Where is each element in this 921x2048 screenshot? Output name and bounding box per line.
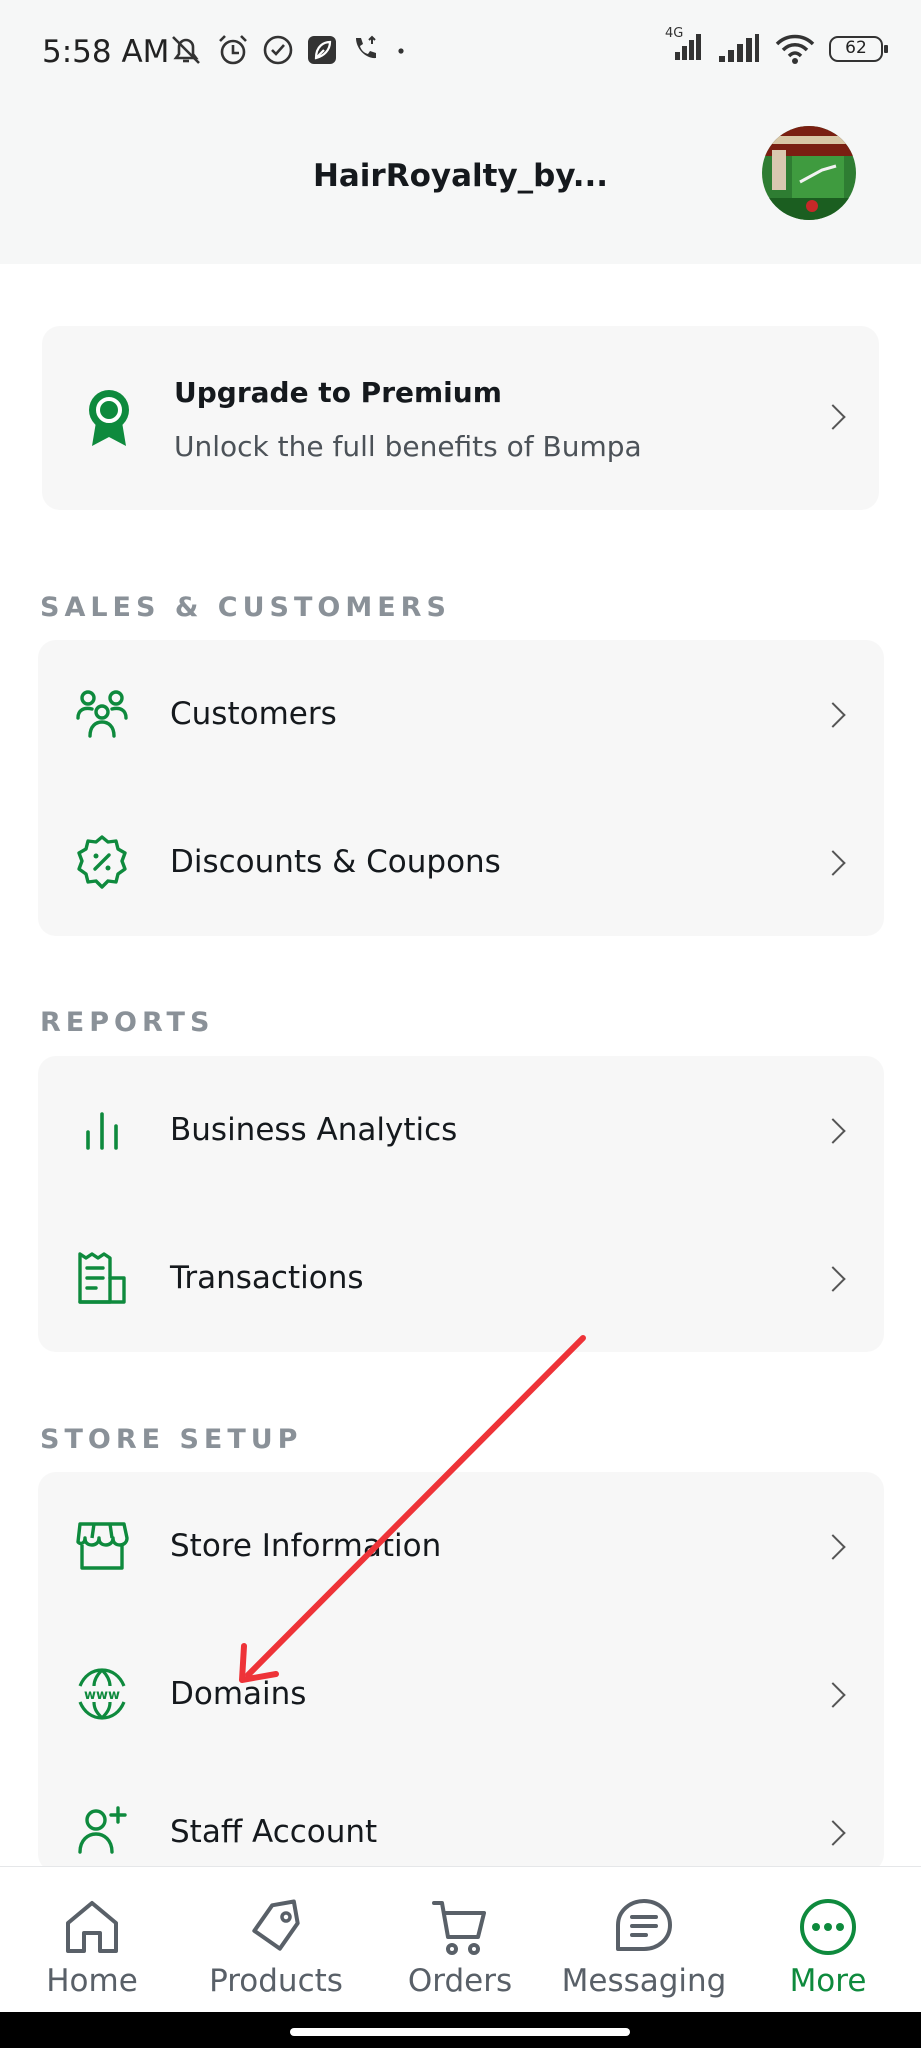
chevron-right-icon [820,1682,846,1708]
customers-icon [76,690,128,738]
battery-icon: 62 [829,36,888,62]
status-time: 5:58 AM [42,34,170,70]
add-user-icon [78,1806,127,1854]
header: HairRoyalty_by... [0,100,921,264]
home-icon [66,1901,118,1953]
call-icon [356,35,376,59]
chevron-right-icon [820,1118,846,1144]
nav-label: Messaging [561,1963,727,1999]
svg-text:www: www [84,1688,120,1703]
reports-group: Business Analytics Transactions [38,1056,884,1352]
globe-www-icon: www [78,1668,126,1720]
chevron-right-icon [820,404,846,430]
menu-label: Domains [170,1676,307,1712]
more-icon [800,1899,856,1955]
menu-label: Staff Account [170,1814,378,1850]
status-bar: 5:58 AM 4G 62 [0,0,921,100]
nav-label: Orders [407,1963,513,1999]
gesture-bar [0,2012,921,2048]
dot-icon [398,48,404,54]
section-label-reports: REPORTS [40,1007,215,1038]
chevron-right-icon [820,702,846,728]
message-icon [616,1899,672,1951]
menu-item-store-information[interactable]: Store Information [38,1472,884,1620]
status-icons-left [168,34,408,66]
signal-icon [719,34,759,62]
store-icon [76,1522,129,1570]
nav-label: Home [46,1963,138,1999]
network-label: 4G [665,26,684,41]
menu-item-customers[interactable]: Customers [38,640,884,788]
menu-item-domains[interactable]: www Domains [38,1620,884,1768]
award-ribbon-icon [89,390,129,446]
nav-label: More [789,1963,867,1999]
signal-icon: 4G [663,26,703,66]
nav-products[interactable]: Products [184,1867,368,2013]
chevron-right-icon [820,1534,846,1560]
discount-icon [77,835,127,889]
menu-label: Store Information [170,1528,442,1564]
check-circle-icon [263,35,293,65]
section-label-sales: SALES & CUSTOMERS [40,592,451,623]
chevron-right-icon [820,1266,846,1292]
section-label-store-setup: STORE SETUP [40,1424,303,1455]
premium-title: Upgrade to Premium [174,376,502,409]
sales-group: Customers Discounts & Coupons [38,640,884,936]
analytics-icon [86,1112,118,1150]
premium-subtitle: Unlock the full benefits of Bumpa [174,430,642,463]
bottom-nav: Home Products Orders Messaging More [0,1866,921,2012]
receipt-icon [78,1252,126,1304]
chevron-right-icon [820,850,846,876]
tag-icon [252,1899,300,1951]
menu-item-transactions[interactable]: Transactions [38,1204,884,1352]
menu-label: Customers [170,696,337,732]
chevron-right-icon [820,1820,846,1846]
cart-icon [432,1901,486,1955]
menu-label: Business Analytics [170,1112,458,1148]
leaf-icon [308,36,336,64]
store-setup-group: Store Information www Domains Staff Acco… [38,1472,884,1872]
menu-item-discounts[interactable]: Discounts & Coupons [38,788,884,936]
upgrade-premium-card[interactable]: Upgrade to Premium Unlock the full benef… [42,326,879,510]
menu-label: Discounts & Coupons [170,844,501,880]
nav-label: Products [209,1963,343,1999]
avatar[interactable] [762,126,856,220]
nav-more[interactable]: More [736,1867,920,2013]
mute-icon [172,36,200,64]
wifi-icon [775,34,815,64]
nav-messaging[interactable]: Messaging [552,1867,736,2013]
home-gesture-pill[interactable] [290,2028,630,2036]
menu-item-analytics[interactable]: Business Analytics [38,1056,884,1204]
alarm-icon [219,35,247,65]
menu-label: Transactions [170,1260,364,1296]
status-icons-right: 4G 62 [663,26,888,66]
nav-orders[interactable]: Orders [368,1867,552,2013]
nav-home[interactable]: Home [0,1867,184,2013]
